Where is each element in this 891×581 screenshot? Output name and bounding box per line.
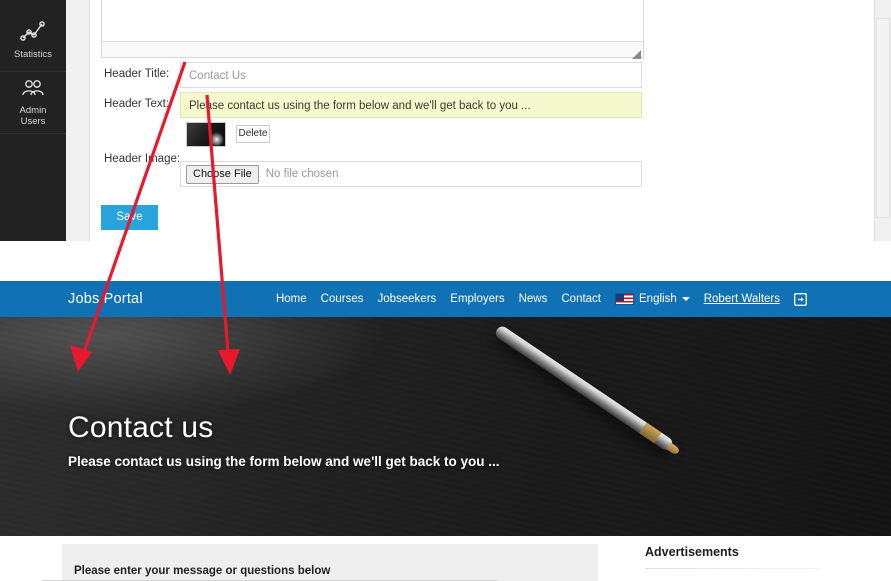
rich-text-editor[interactable] <box>101 0 644 59</box>
admin-form-content: Header Title: Contact Us Header Text: Pl… <box>90 0 855 241</box>
sidebar-item-statistics[interactable]: Statistics <box>0 0 66 72</box>
header-text-input[interactable]: Please contact us using the form below a… <box>180 92 642 118</box>
nav-link-news[interactable]: News <box>519 293 548 305</box>
user-account-link[interactable]: Robert Walters <box>704 293 780 305</box>
screen-root: Statistics Admin Users Header Title: Con… <box>0 0 891 581</box>
admin-nav-gutter <box>66 0 90 241</box>
header-image-file-input[interactable]: Choose File No file chosen <box>180 161 642 187</box>
editor-status-bar <box>102 41 643 59</box>
admin-scrollbar-thumb[interactable] <box>876 18 890 218</box>
users-group-icon <box>20 78 46 101</box>
logout-icon[interactable] <box>794 292 807 306</box>
site-preview: Jobs Portal Home Courses Jobseekers Empl… <box>0 281 891 581</box>
header-image-label: Header Image: <box>104 153 181 165</box>
sidebar-item-admin-users-label-1: Admin <box>19 105 47 116</box>
site-body: Please enter your message or questions b… <box>0 536 891 581</box>
nav-link-home[interactable]: Home <box>276 293 307 305</box>
chevron-down-icon[interactable] <box>681 297 690 301</box>
advertisements-section: Advertisements <box>645 545 825 569</box>
line-chart-icon <box>20 20 46 45</box>
site-hero: Contact us Please contact us using the f… <box>0 317 891 536</box>
language-label[interactable]: English <box>639 293 677 305</box>
nav-link-jobseekers[interactable]: Jobseekers <box>377 293 436 305</box>
choose-file-button[interactable]: Choose File <box>186 164 259 184</box>
sidebar-item-admin-users[interactable]: Admin Users <box>0 72 66 134</box>
hero-subtitle: Please contact us using the form below a… <box>68 454 500 469</box>
panel-separator <box>0 241 891 281</box>
admin-sidebar: Statistics Admin Users <box>0 0 66 241</box>
no-file-chosen-label: No file chosen <box>265 168 339 180</box>
delete-image-button[interactable]: Delete <box>236 125 270 143</box>
header-image-preview <box>187 123 225 146</box>
site-nav-links: Home Courses Jobseekers Employers News C… <box>276 292 807 306</box>
nav-link-employers[interactable]: Employers <box>450 293 504 305</box>
nav-link-contact[interactable]: Contact <box>561 293 601 305</box>
resize-handle-icon[interactable] <box>632 46 641 59</box>
hero-title: Contact us <box>68 411 214 444</box>
admin-vertical-scrollbar[interactable] <box>874 0 891 241</box>
language-selector[interactable]: English <box>615 293 690 305</box>
sidebar-item-admin-users-label-2: Users <box>20 116 46 127</box>
header-text-label: Header Text: <box>104 98 169 110</box>
site-brand[interactable]: Jobs Portal <box>68 291 143 307</box>
advertisements-divider <box>645 568 820 569</box>
save-button[interactable]: Save <box>101 205 158 230</box>
site-navbar: Jobs Portal Home Courses Jobseekers Empl… <box>0 281 891 317</box>
admin-panel: Statistics Admin Users Header Title: Con… <box>0 0 891 241</box>
nav-link-courses[interactable]: Courses <box>321 293 364 305</box>
header-title-input[interactable]: Contact Us <box>180 62 642 88</box>
sidebar-item-statistics-label: Statistics <box>13 48 52 60</box>
message-card-title: Please enter your message or questions b… <box>74 565 331 577</box>
header-image-thumbnail[interactable] <box>186 122 226 147</box>
message-card: Please enter your message or questions b… <box>62 544 598 581</box>
editor-text-area[interactable] <box>102 0 643 41</box>
us-flag-icon <box>615 293 635 305</box>
hero-text-block: Contact us Please contact us using the f… <box>68 411 500 469</box>
advertisements-title: Advertisements <box>645 545 739 559</box>
header-title-label: Header Title: <box>104 68 170 80</box>
